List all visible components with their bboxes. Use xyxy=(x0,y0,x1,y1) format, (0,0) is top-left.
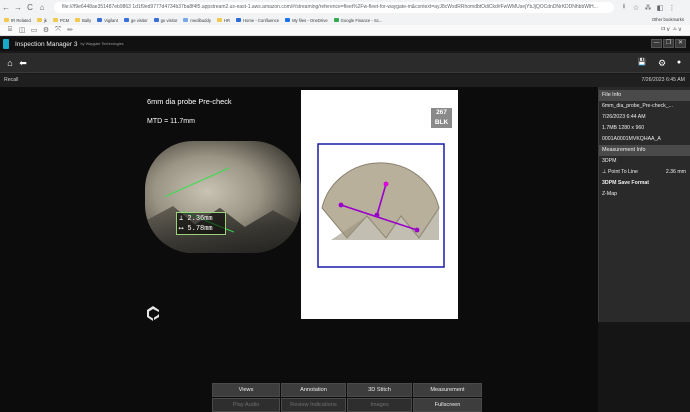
reload-icon[interactable]: C xyxy=(24,0,36,15)
bookmark[interactable]: ge visitor xyxy=(153,18,177,23)
point-to-line-row: ⊥ Point To Line 2.36 mm xyxy=(599,167,690,178)
info-icon[interactable]: ● xyxy=(673,57,685,69)
sidebar-icon[interactable]: ◧ xyxy=(654,4,666,12)
views-button[interactable]: Views xyxy=(212,383,280,397)
download-icon[interactable]: ⭳ xyxy=(618,2,630,13)
fullscreen-button[interactable]: Fullscreen xyxy=(413,398,482,412)
point-to-line-value: ⊥ 2.36mm xyxy=(179,215,213,223)
save-icon[interactable]: 💾 xyxy=(636,57,648,69)
3d-stitch-button[interactable]: 3D Stitch xyxy=(347,383,412,397)
app-title: Inspection Manager 3 xyxy=(15,40,78,48)
back-arrow-icon[interactable]: ← xyxy=(0,0,12,15)
bookmarks-bar: IR Related jk PCM Bally Vigilant ge visi… xyxy=(0,15,690,25)
bottom-button-grid: Views Annotation 3D Stitch Measurement P… xyxy=(212,383,482,412)
image-title: 6mm dia probe Pre-check xyxy=(147,97,232,106)
remote-toolbar: ⌸ ◫ ▭ ⚙ ⤧ ✏ xyxy=(0,25,690,36)
measurement-button[interactable]: Measurement xyxy=(413,383,482,397)
datetime-label: 7/26/2023 6:45 AM xyxy=(641,77,685,83)
measurement-readout: ⊥ 2.36mm ⟷ 5.78mm xyxy=(176,212,226,235)
review-indications-button[interactable]: Review Indications xyxy=(281,398,346,412)
window-controls: — ❐ ✕ xyxy=(650,39,686,48)
file-size: 1.7MB 1280 x 960 xyxy=(602,125,645,131)
settings-icon[interactable]: ⚙ xyxy=(40,26,52,34)
measurement-mode: 3DPM xyxy=(602,158,617,164)
other-bookmarks[interactable]: Other bookmarks xyxy=(652,15,684,25)
bookmark[interactable]: IR Related xyxy=(4,18,31,23)
draw-icon[interactable]: ✏ xyxy=(64,26,76,34)
grid-icon[interactable]: ⌸ xyxy=(4,26,16,34)
measurement-info-header: Measurement Info xyxy=(599,145,690,156)
menu-icon[interactable]: ⋮ xyxy=(666,4,678,12)
bookmark[interactable]: Google Finance - Sc... xyxy=(333,18,382,23)
settings-gear-icon[interactable]: ⚙ xyxy=(656,57,668,69)
forward-arrow-icon[interactable]: → xyxy=(12,0,24,15)
maximize-button[interactable]: ❐ xyxy=(663,39,674,48)
extensions-icon[interactable]: ⁂ xyxy=(642,4,654,12)
bookmark[interactable]: medibuddy xyxy=(183,18,211,23)
mtd-label: MTD = 11.7mm xyxy=(147,118,195,125)
probe-camera-image xyxy=(145,141,301,253)
close-button[interactable]: ✕ xyxy=(675,39,686,48)
file-date: 7/26/2023 6:44 AM xyxy=(602,114,646,120)
annotation-button[interactable]: Annotation xyxy=(281,383,346,397)
point-to-line-label: ⊥ Point To Line xyxy=(602,169,638,175)
recall-label: Recall xyxy=(4,77,19,83)
bookmark[interactable]: PCM xyxy=(52,18,69,23)
app-logo-icon xyxy=(3,39,9,49)
file-name: 6mm_dia_probe_Pre-check_... xyxy=(602,103,673,109)
home-icon[interactable]: ⌂ xyxy=(36,0,48,15)
file-info-header: File Info xyxy=(599,90,690,101)
bookmark[interactable]: Bally xyxy=(75,18,91,23)
screens-icon[interactable]: ◫ xyxy=(16,26,28,34)
page-number-badge: 267 BLK xyxy=(431,108,452,128)
url-bar[interactable]: file:///f9e6448ae351487eb9863 1d1f9ed977… xyxy=(54,2,614,13)
point-to-line-measure: 2.36 mm xyxy=(665,169,686,175)
back-icon[interactable]: ⬅ xyxy=(17,57,29,69)
side-panel-blank xyxy=(598,322,690,412)
status-row: Recall 7/26/2023 6:45 AM xyxy=(0,74,690,87)
app-titlebar: Inspection Manager 3 by Waygate Technolo… xyxy=(0,37,690,51)
toolbar-right-icons[interactable]: ㅁ∨ ㅅ∨ xyxy=(661,25,683,36)
bookmark[interactable]: My files - OneDrive xyxy=(285,18,328,23)
bookmark[interactable]: jk xyxy=(36,18,47,23)
bookmark[interactable]: Vigilant xyxy=(97,18,118,23)
bookmark[interactable]: ge visitor xyxy=(123,18,148,23)
length-value: ⟷ 5.78mm xyxy=(179,225,213,233)
info-side-panel: File Info 6mm_dia_probe_Pre-check_... 7/… xyxy=(598,87,690,322)
play-audio-button[interactable]: Play Audio xyxy=(212,398,280,412)
images-button[interactable]: Images xyxy=(347,398,412,412)
waygate-logo-icon xyxy=(145,305,161,322)
app-toolbar: ⌂ ⬅ 💾 ⚙ ● xyxy=(0,53,690,73)
expand-icon[interactable]: ⤧ xyxy=(52,26,64,34)
minimize-button[interactable]: — xyxy=(651,39,662,48)
folder-icon[interactable]: ▭ xyxy=(28,26,40,34)
app-subtitle: by Waygate Technologies xyxy=(80,42,124,46)
zmap-label: Z-Map xyxy=(602,191,617,197)
star-icon[interactable]: ☆ xyxy=(630,4,642,12)
file-serial: 0001A0001MVKQHAA_A xyxy=(602,136,661,142)
bookmark[interactable]: HR xyxy=(216,18,230,23)
address-row: ← → C ⌂ file:///f9e6448ae351487eb9863 1d… xyxy=(0,0,690,15)
home-icon[interactable]: ⌂ xyxy=(4,57,16,69)
save-format: 3DPM Save Format xyxy=(602,180,649,186)
bookmark[interactable]: Home - Confluence xyxy=(235,18,279,23)
